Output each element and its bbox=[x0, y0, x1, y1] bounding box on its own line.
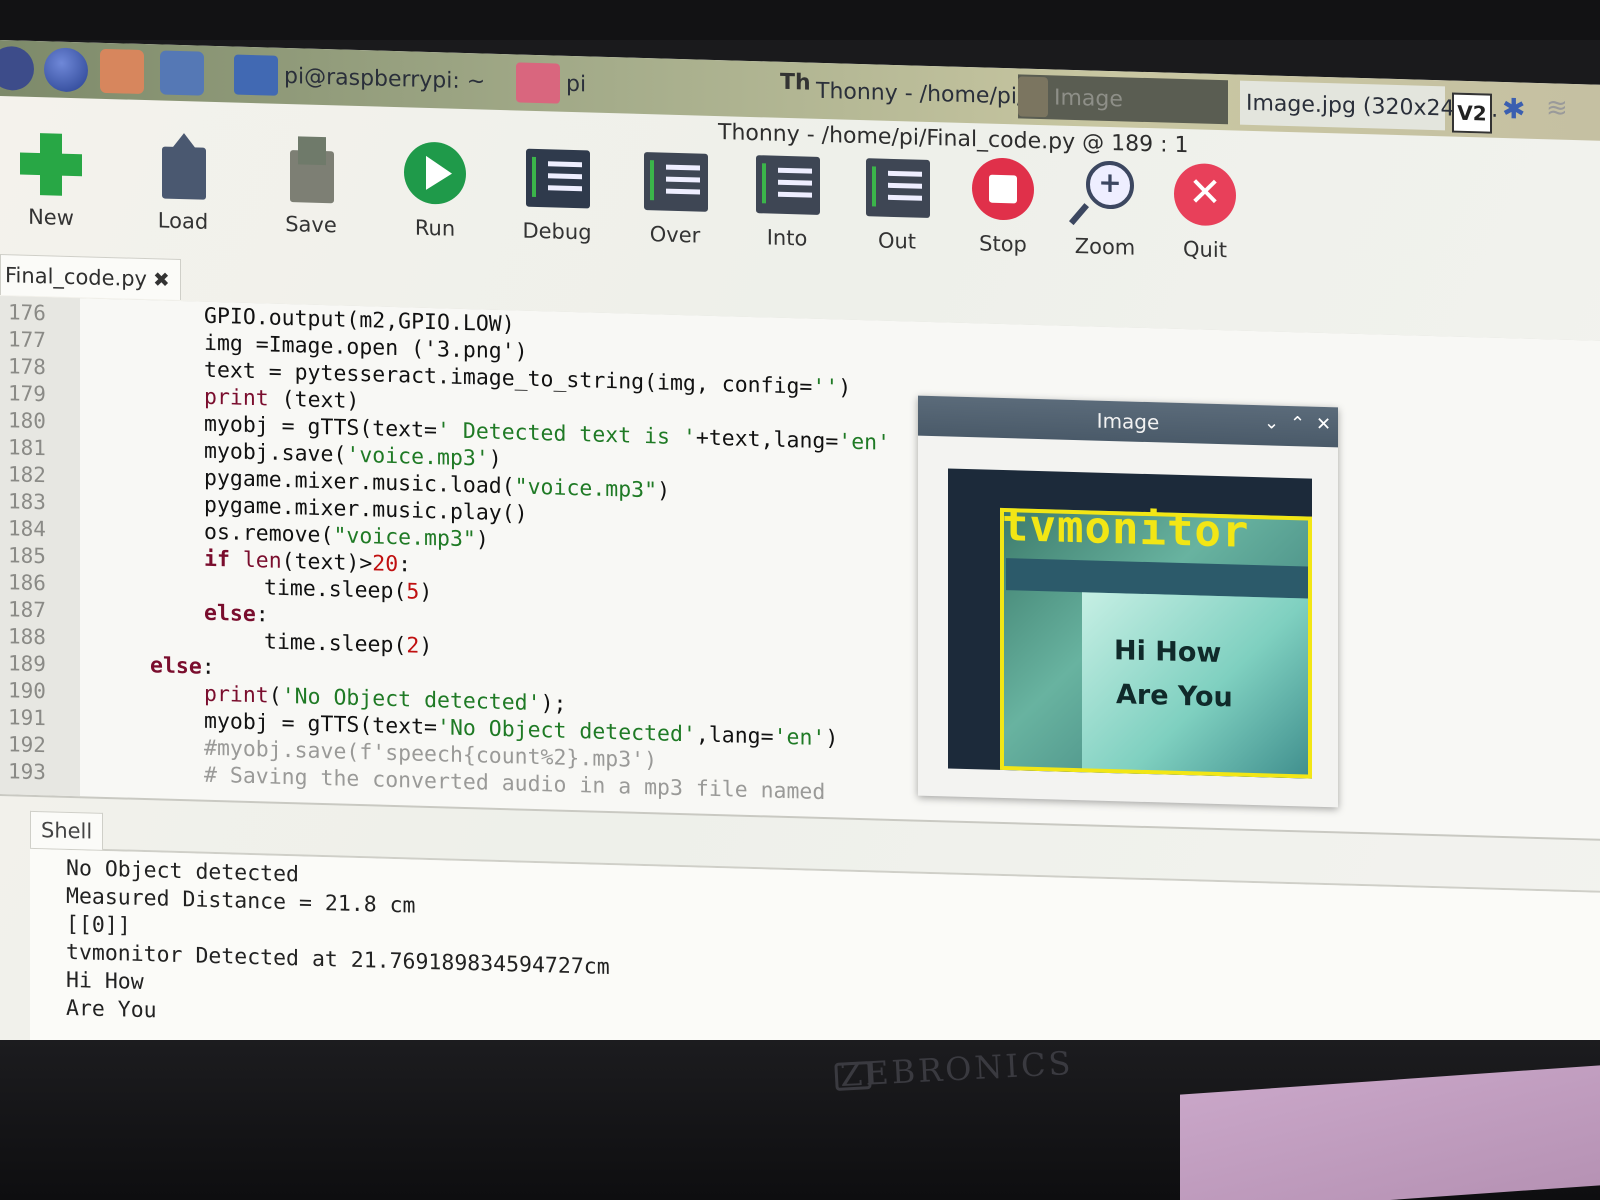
shell-output-line: No Object detected bbox=[66, 855, 299, 888]
quit-icon: ✕ bbox=[1170, 161, 1240, 233]
thonny-icon: Th bbox=[780, 69, 811, 96]
line-number: 192 bbox=[8, 732, 46, 758]
load-icon bbox=[148, 132, 218, 204]
line-number: 184 bbox=[8, 516, 46, 542]
tab-final-code[interactable]: Final_code.py ✖ bbox=[0, 254, 181, 301]
line-number: 187 bbox=[8, 597, 46, 623]
close-icon[interactable]: ✕ bbox=[1316, 414, 1331, 435]
code-line: time.sleep(5) bbox=[264, 575, 433, 606]
over-label: Over bbox=[649, 222, 701, 248]
tab-label: Final_code.py bbox=[5, 263, 147, 292]
taskbar-task-label: Thonny - /home/pi/... bbox=[816, 78, 1046, 110]
monitor-screen: pi@raspberrypi: ~ pi Th Thonny - /home/p… bbox=[0, 40, 1600, 1125]
line-number: 177 bbox=[8, 327, 46, 353]
shell-output-line: [[0]] bbox=[66, 911, 131, 939]
line-number: 182 bbox=[8, 462, 46, 488]
image-window: Image ⌄ ⌃ ✕ tvmonitor Hi How Are You bbox=[918, 395, 1338, 808]
taskbar-task-label: pi bbox=[566, 71, 587, 97]
run-label: Run bbox=[414, 215, 456, 241]
line-number: 180 bbox=[8, 408, 46, 434]
maximize-icon[interactable]: ⌃ bbox=[1290, 413, 1305, 434]
image-text-line-1: Hi How bbox=[1114, 635, 1222, 670]
detection-image: tvmonitor Hi How Are You bbox=[948, 468, 1312, 779]
code-line: else: bbox=[204, 600, 269, 628]
image-window-icon bbox=[1018, 76, 1048, 118]
load-button[interactable]: Load bbox=[128, 128, 238, 235]
code-line: else: bbox=[150, 653, 215, 680]
shell-output-line: Hi How bbox=[66, 967, 144, 996]
line-number: 176 bbox=[8, 300, 46, 326]
line-number: 193 bbox=[8, 759, 46, 785]
shell-output-line: tvmonitor Detected at 21.769189834594727… bbox=[66, 939, 610, 981]
step-out-icon bbox=[862, 152, 932, 224]
out-label: Out bbox=[877, 228, 917, 254]
line-number: 188 bbox=[8, 624, 46, 650]
line-number: 178 bbox=[8, 354, 46, 380]
line-number: 191 bbox=[8, 705, 46, 731]
code-line: if len(text)>20: bbox=[204, 546, 412, 578]
stop-label: Stop bbox=[979, 231, 1027, 257]
step-over-icon bbox=[640, 146, 710, 218]
zoom-button[interactable]: + Zoom bbox=[1050, 153, 1160, 260]
save-icon bbox=[276, 136, 346, 208]
taskbar-task-thonny[interactable]: Th Thonny - /home/pi/... bbox=[780, 68, 1045, 119]
zoom-icon: + bbox=[1068, 158, 1140, 230]
load-label: Load bbox=[157, 208, 209, 234]
stop-button[interactable]: Stop bbox=[948, 150, 1058, 257]
new-file-icon bbox=[16, 128, 86, 200]
quit-label: Quit bbox=[1183, 237, 1227, 263]
debug-icon bbox=[522, 143, 592, 215]
save-label: Save bbox=[285, 211, 337, 238]
step-into-icon bbox=[752, 149, 822, 221]
code-editor[interactable]: 176 177 178 179 180 181 182 183 184 185 … bbox=[0, 296, 1600, 841]
taskbar-task-imagejpg[interactable]: Image.jpg (320x240)... bbox=[1240, 80, 1498, 131]
step-out-button[interactable]: Out bbox=[842, 148, 952, 255]
shell-output-line: Are You bbox=[66, 995, 157, 1024]
image-text-line-2: Are You bbox=[1116, 679, 1233, 714]
code-line: print (text) bbox=[204, 384, 360, 415]
line-number: 190 bbox=[8, 678, 46, 704]
terminal-window-icon bbox=[234, 54, 278, 96]
taskbar-task-terminal[interactable]: pi@raspberrypi: ~ bbox=[234, 53, 485, 104]
line-number: 189 bbox=[8, 651, 46, 677]
quit-button[interactable]: ✕ Quit bbox=[1150, 156, 1260, 263]
taskbar-task-label: pi@raspberrypi: ~ bbox=[284, 63, 486, 95]
line-number-gutter: 176 177 178 179 180 181 182 183 184 185 … bbox=[0, 296, 80, 797]
taskbar-task-label: Image bbox=[1054, 84, 1123, 112]
step-over-button[interactable]: Over bbox=[620, 141, 730, 248]
monitor-bezel-top bbox=[0, 0, 1600, 40]
vnc-icon[interactable]: V2 bbox=[1452, 92, 1492, 134]
file-manager-icon[interactable] bbox=[100, 48, 144, 95]
folder-icon bbox=[516, 62, 560, 104]
line-number: 179 bbox=[8, 381, 46, 407]
taskbar-task-files[interactable]: pi bbox=[516, 60, 586, 106]
terminal-icon[interactable] bbox=[160, 50, 204, 96]
tab-shell[interactable]: Shell bbox=[30, 810, 104, 850]
new-button[interactable]: New bbox=[0, 124, 106, 231]
line-number: 186 bbox=[8, 570, 46, 596]
taskbar-task-image[interactable]: Image bbox=[1018, 74, 1228, 125]
into-label: Into bbox=[766, 225, 808, 251]
step-into-button[interactable]: Into bbox=[732, 144, 842, 251]
photo: pi@raspberrypi: ~ pi Th Thonny - /home/p… bbox=[0, 0, 1600, 1200]
detection-label: tvmonitor bbox=[1002, 499, 1250, 558]
stop-icon bbox=[968, 155, 1038, 227]
browser-icon[interactable] bbox=[44, 47, 88, 93]
run-button[interactable]: Run bbox=[380, 135, 490, 242]
line-number: 185 bbox=[8, 543, 46, 569]
wifi-icon[interactable]: ≋ bbox=[1546, 93, 1568, 124]
line-number: 181 bbox=[8, 435, 46, 461]
bluetooth-icon[interactable]: ✱ bbox=[1502, 92, 1525, 126]
line-number: 183 bbox=[8, 489, 46, 515]
close-icon[interactable]: ✖ bbox=[153, 267, 170, 291]
debug-label: Debug bbox=[522, 218, 592, 245]
debug-button[interactable]: Debug bbox=[502, 138, 612, 245]
code-line: time.sleep(2) bbox=[264, 629, 433, 660]
raspberry-menu-icon[interactable] bbox=[0, 45, 34, 91]
minimize-icon[interactable]: ⌄ bbox=[1264, 412, 1279, 433]
save-button[interactable]: Save bbox=[256, 131, 366, 238]
new-label: New bbox=[28, 204, 74, 231]
run-icon bbox=[400, 139, 470, 211]
zoom-label: Zoom bbox=[1074, 234, 1136, 260]
